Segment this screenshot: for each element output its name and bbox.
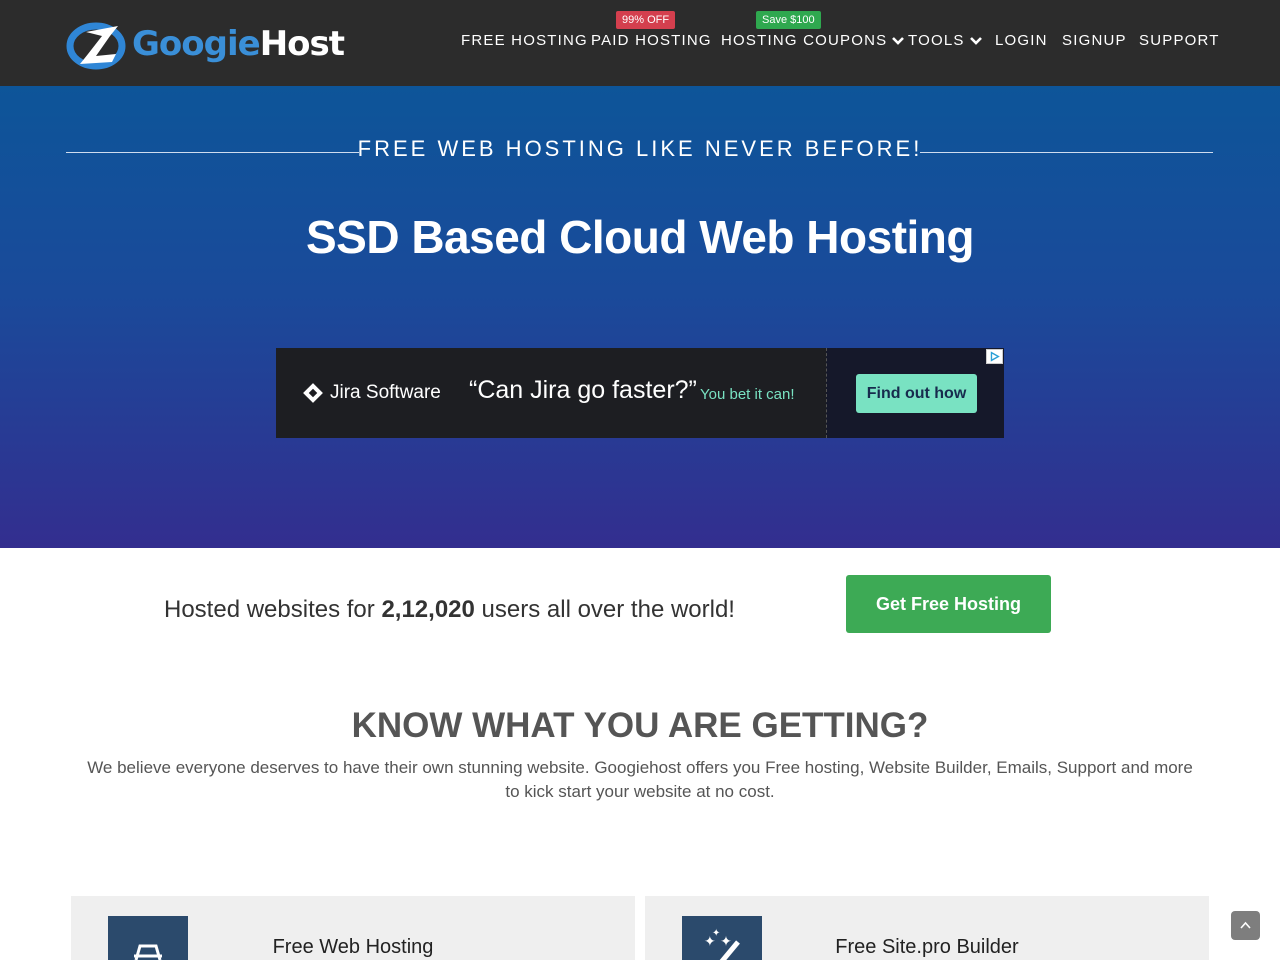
jira-diamond-icon xyxy=(303,383,323,403)
logo-g-icon xyxy=(66,22,126,70)
nav-tools-label: TOOLS xyxy=(908,32,965,49)
ad-brand-label: Jira Software xyxy=(330,382,441,403)
hosted-users-text: Hosted websites for 2,12,020 users all o… xyxy=(164,596,735,624)
nav-login-label: LOGIN xyxy=(995,32,1048,49)
hero-title: SSD Based Cloud Web Hosting xyxy=(305,211,975,263)
feature-card-free-web-hosting[interactable]: Free Web Hosting xyxy=(71,896,635,960)
coupons-save-badge: Save $100 xyxy=(756,11,821,29)
nav-free-hosting-label: FREE HOSTING xyxy=(461,32,588,49)
logo-wordmark: GoogieHost xyxy=(132,24,345,64)
nav-signup[interactable]: SIGNUP xyxy=(1062,32,1127,49)
feature-card-title: Free Site.pro Builder xyxy=(835,936,1019,958)
hero-kicker: FREE WEB HOSTING LIKE NEVER BEFORE! xyxy=(357,136,923,161)
get-free-hosting-button[interactable]: Get Free Hosting xyxy=(846,575,1051,633)
jira-ad-banner[interactable]: Jira Software “Can Jira go faster?” You … xyxy=(276,348,1004,438)
ad-brand: Jira Software xyxy=(303,382,441,404)
logo-wordmark-part-b: Host xyxy=(259,24,345,64)
nav-paid-hosting[interactable]: PAID HOSTING xyxy=(591,32,712,49)
feature-card-site-builder[interactable]: ✦ ✦ ✦ Free Site.pro Builder xyxy=(645,896,1209,960)
ad-quote: “Can Jira go faster?” xyxy=(469,376,697,404)
chevron-down-icon xyxy=(969,36,982,45)
scroll-to-top-button[interactable] xyxy=(1231,911,1260,940)
know-section-description: We believe everyone deserves to have the… xyxy=(87,758,1193,801)
chevron-up-icon xyxy=(1240,921,1251,929)
nav-login[interactable]: LOGIN xyxy=(995,32,1048,49)
nav-free-hosting[interactable]: FREE HOSTING xyxy=(461,32,588,49)
users-prefix: Hosted websites for xyxy=(164,596,375,623)
chevron-down-icon xyxy=(892,36,905,45)
logo-wordmark-part-a: Googie xyxy=(132,24,261,64)
nav-hosting-coupons[interactable]: HOSTING COUPONS xyxy=(721,32,905,49)
nav-support[interactable]: SUPPORT xyxy=(1139,32,1220,49)
googiehost-logo[interactable]: GoogieHost xyxy=(66,16,346,72)
ad-subtext: You bet it can! xyxy=(700,386,795,403)
nav-signup-label: SIGNUP xyxy=(1062,32,1127,49)
feature-card-title: Free Web Hosting xyxy=(272,936,434,958)
paid-hosting-discount-badge: 99% OFF xyxy=(616,11,676,29)
users-count: 2,12,020 xyxy=(381,596,475,623)
ad-find-out-button[interactable]: Find out how xyxy=(856,374,977,413)
know-section-title: KNOW WHAT YOU ARE GETTING? xyxy=(351,706,929,745)
nav-paid-hosting-label: PAID HOSTING xyxy=(591,32,712,49)
users-suffix: users all over the world! xyxy=(481,596,735,623)
nav-tools[interactable]: TOOLS xyxy=(908,32,983,49)
hero-section: FREE WEB HOSTING LIKE NEVER BEFORE! SSD … xyxy=(0,86,1280,548)
top-navbar: GoogieHost 99% OFF Save $100 FREE HOSTIN… xyxy=(0,0,1280,86)
nav-hosting-coupons-label: HOSTING COUPONS xyxy=(721,32,888,49)
nav-support-label: SUPPORT xyxy=(1139,32,1220,49)
adchoices-icon[interactable] xyxy=(986,349,1003,364)
